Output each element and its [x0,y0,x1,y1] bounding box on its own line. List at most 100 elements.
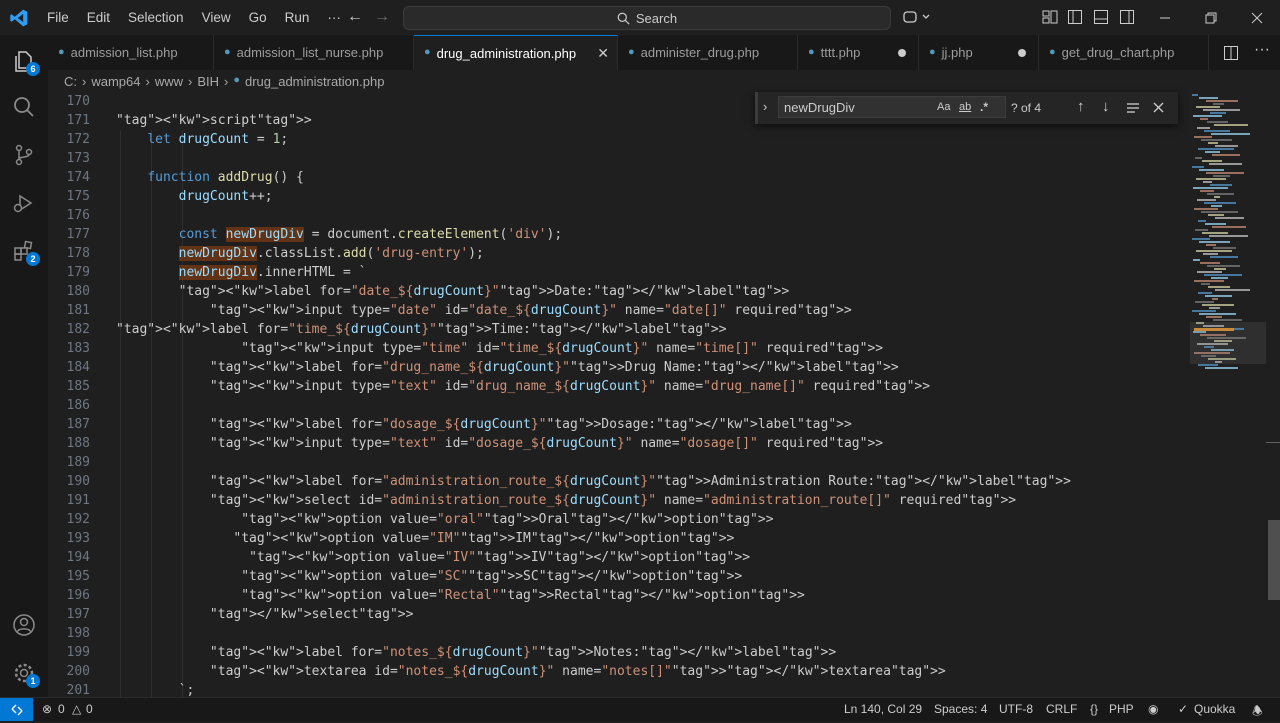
cursor-position[interactable]: Ln 140, Col 29 [844,702,922,716]
code-line[interactable]: 182 "tag"><"kw">label for="time_${drugCou… [48,320,1190,339]
menu-more[interactable]: ··· [323,8,345,27]
code-line[interactable]: 198 [48,624,1190,643]
code-line[interactable]: 172 let drugCount = 1; [48,130,1190,149]
breadcrumb-drive[interactable]: C: [64,74,77,89]
copilot-status-icon[interactable]: ◉ [1148,702,1158,716]
split-editor-icon[interactable] [1223,45,1239,61]
code-line[interactable]: 194 "tag"><"kw">option value="IV""tag">>… [48,548,1190,567]
code-line[interactable]: 199 "tag"><"kw">label for="notes_${drugC… [48,643,1190,662]
tab-tttt[interactable]: ● tttt.php [798,35,919,70]
code-text: "tag"><"kw">label for="time_${drugCount}… [116,322,727,337]
php-file-icon: ● [224,46,231,59]
match-case-toggle[interactable]: Aa [937,101,950,113]
tab-admission-list-nurse[interactable]: ● admission_list_nurse.php [214,35,414,70]
code-line[interactable]: 181 "tag"><"kw">input type="date" id="da… [48,301,1190,320]
code-line[interactable]: 197 "tag"></"kw">select"tag">> [48,605,1190,624]
code-line[interactable]: 200 "tag"><"kw">textarea id="notes_${dru… [48,662,1190,681]
code-line[interactable]: 187 "tag"><"kw">label for="dosage_${drug… [48,415,1190,434]
account-icon[interactable] [12,613,36,637]
code-line[interactable]: 179 newDrugDiv.innerHTML = ` [48,263,1190,282]
end-of-line[interactable]: CRLF [1046,702,1077,716]
tab-get-drug-chart[interactable]: ● get_drug_chart.php [1039,35,1209,70]
close-window-button[interactable] [1234,0,1280,35]
forward-arrow-icon[interactable]: → [374,8,390,26]
code-line[interactable]: 178 newDrugDiv.classList.add('drug-entry… [48,244,1190,263]
toggle-primary-sidebar-icon[interactable] [1067,9,1083,25]
code-line[interactable]: 177 const newDrugDiv = document.createEl… [48,225,1190,244]
find-input[interactable]: newDrugDiv [778,96,1006,118]
menu-run[interactable]: Run [281,8,314,27]
code-line[interactable]: 196 "tag"><"kw">option value="Rectal""ta… [48,586,1190,605]
next-match-arrow-icon[interactable]: ↓ [1102,98,1110,115]
back-arrow-icon[interactable]: ← [347,8,363,26]
line-number: 171 [66,113,90,128]
code-line[interactable]: 176 [48,206,1190,225]
toggle-replace-chevron-icon[interactable]: › [763,99,767,114]
code-line[interactable]: 192 "tag"><"kw">option value="oral""tag"… [48,510,1190,529]
code-line[interactable]: 183 "tag"><"kw">input type="time" id="ti… [48,339,1190,358]
code-line[interactable]: 180 "tag"><"kw">label for="date_${drugCo… [48,282,1190,301]
tab-drug-administration[interactable]: ● drug_administration.php ✕ [414,35,618,70]
remote-indicator[interactable] [0,698,33,721]
encoding[interactable]: UTF-8 [999,702,1033,716]
menu-go[interactable]: Go [245,8,271,27]
customize-layout-icon[interactable] [1042,9,1058,25]
command-center-search[interactable]: Search [403,6,891,30]
indentation[interactable]: Spaces: 4 [934,702,987,716]
code-line[interactable]: 189 [48,453,1190,472]
code-line[interactable]: 190 "tag"><"kw">label for="administratio… [48,472,1190,491]
language-mode[interactable]: PHP [1109,702,1134,716]
toggle-panel-icon[interactable] [1093,9,1109,25]
code-editor[interactable]: 170 171 "tag"><"kw">script"tag">> 172 let d… [48,92,1190,697]
code-line[interactable]: 175 drugCount++; [48,187,1190,206]
match-whole-word-toggle[interactable]: ab [959,101,971,113]
close-tab-icon[interactable]: ✕ [597,45,609,62]
close-find-icon[interactable] [1153,102,1164,113]
minimize-button[interactable] [1142,0,1188,35]
vertical-scrollbar[interactable] [1266,92,1280,697]
source-control-icon[interactable] [12,143,36,167]
tab-jj[interactable]: ● jj.php [919,35,1039,70]
more-actions-icon[interactable]: ··· [1254,41,1270,59]
minimap[interactable] [1190,92,1266,697]
toggle-secondary-sidebar-icon[interactable] [1119,9,1135,25]
tab-admission-list[interactable]: ● admission_list.php [48,35,214,70]
code-line[interactable]: 174 function addDrug() { [48,168,1190,187]
run-debug-icon[interactable] [12,191,36,215]
breadcrumb-www[interactable]: www [155,74,183,89]
use-regex-toggle[interactable]: .* [980,100,988,114]
code-line[interactable]: 193 "tag"><"kw">option value="IM""tag">>… [48,529,1190,548]
restore-button[interactable] [1188,0,1234,35]
code-line[interactable]: 184 "tag"><"kw">label for="drug_name_${d… [48,358,1190,377]
tab-administer-drug[interactable]: ● administer_drug.php [618,35,798,70]
code-line[interactable]: 173 [48,149,1190,168]
code-line[interactable]: 195 "tag"><"kw">option value="SC""tag">>… [48,567,1190,586]
copilot-icon[interactable] [903,9,931,25]
code-text: `; [116,683,195,697]
menu-edit[interactable]: Edit [83,8,114,27]
code-text: "tag"><"kw">label for="dosage_${drugCoun… [209,417,852,432]
find-in-selection-icon[interactable] [1126,101,1140,115]
breadcrumb-file[interactable]: drug_administration.php [245,74,384,89]
code-line[interactable]: 185 "tag"><"kw">input type="text" id="dr… [48,377,1190,396]
minimap-line [1213,175,1230,177]
search-icon[interactable] [12,95,36,119]
error-count[interactable]: 0 [58,702,65,716]
quokka-status[interactable]: Quokka [1194,702,1235,716]
code-line[interactable]: 186 [48,396,1190,415]
minimap-line [1201,283,1210,285]
breadcrumb-wamp64[interactable]: wamp64 [91,74,140,89]
menu-file[interactable]: File [43,8,73,27]
code-line[interactable]: 201 `; [48,681,1190,697]
code-line[interactable]: 191 "tag"><"kw">select id="administratio… [48,491,1190,510]
scrollbar-thumb[interactable] [1268,520,1280,600]
line-number: 193 [66,531,90,546]
minimap-line [1203,253,1218,255]
menu-selection[interactable]: Selection [124,8,188,27]
tab-label: admission_list.php [70,45,178,60]
warning-count[interactable]: 0 [86,702,93,716]
breadcrumb-bih[interactable]: BIH [197,74,219,89]
code-line[interactable]: 188 "tag"><"kw">input type="text" id="do… [48,434,1190,453]
previous-match-arrow-icon[interactable]: ↑ [1077,98,1085,115]
menu-view[interactable]: View [198,8,235,27]
